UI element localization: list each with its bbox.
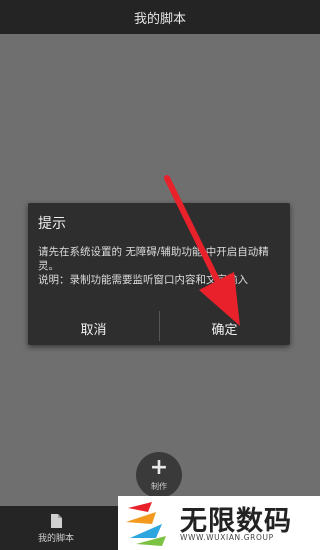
arrow-shaft [164, 175, 221, 285]
plus-icon: + [149, 455, 169, 480]
nav-tab-label: 我的脚本 [37, 534, 74, 544]
watermark-url: WWW.WUXIAN.GROUP [180, 533, 274, 542]
site-watermark: 无限数码 WWW.WUXIAN.GROUP [118, 496, 320, 550]
watermark-logo-icon [126, 502, 166, 546]
document-icon [51, 514, 62, 528]
arrow-head [199, 272, 240, 326]
nav-tab-my-scripts[interactable]: 我的脚本 [28, 512, 84, 548]
create-button[interactable]: + 制作 [136, 452, 182, 498]
create-button-label: 制作 [151, 482, 167, 491]
